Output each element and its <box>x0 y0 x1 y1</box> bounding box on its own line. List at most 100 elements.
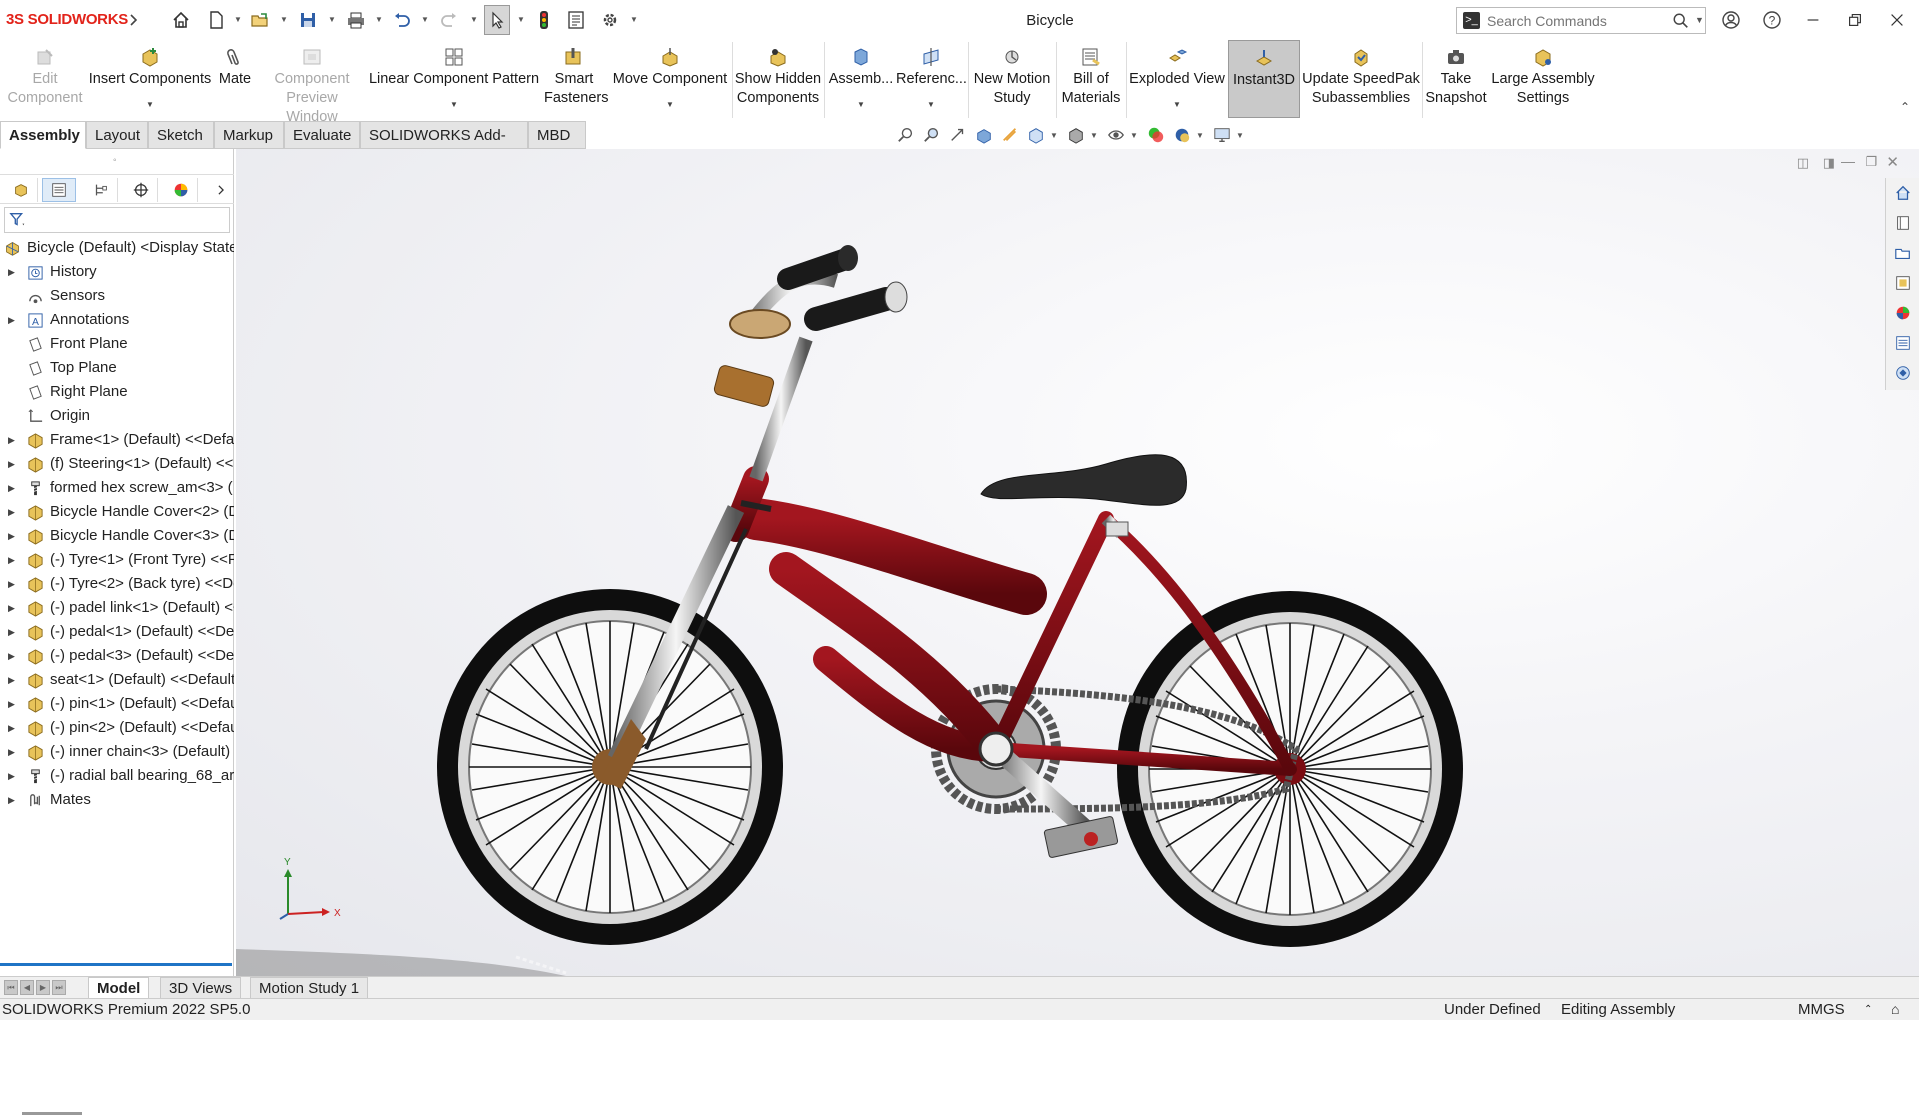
search-icon[interactable] <box>1672 12 1690 30</box>
file-explorer-icon[interactable] <box>1892 242 1914 264</box>
bicycle-model-render[interactable]: Y X <box>236 149 1919 976</box>
expand-arrow-icon[interactable]: ▶ <box>8 500 15 524</box>
tree-item-pedal-1-default-default[interactable]: ▶ (-) pedal<1> (Default) <<Default <box>0 620 234 644</box>
insert-components-button[interactable]: Insert Components ▼ <box>88 40 212 118</box>
tree-item-mates[interactable]: ▶ Mates <box>0 788 234 812</box>
tab-3d-views[interactable]: 3D Views <box>160 977 242 999</box>
tree-item-bicycle-handle-cover-2-default[interactable]: ▶ Bicycle Handle Cover<2> (Default <box>0 500 234 524</box>
exploded-view-dropdown-icon[interactable]: ▼ <box>1173 95 1181 114</box>
bill-of-materials-button[interactable]: Bill of Materials <box>1058 40 1124 118</box>
new-dropdown-icon[interactable]: ▼ <box>234 15 242 24</box>
tree-item-pin-2-default-default[interactable]: ▶ (-) pin<2> (Default) <<Default> <box>0 716 234 740</box>
expand-arrow-icon[interactable]: ▶ <box>8 428 15 452</box>
open-dropdown-icon[interactable]: ▼ <box>280 15 288 24</box>
tree-item-pedal-3-default-default[interactable]: ▶ (-) pedal<3> (Default) <<Default <box>0 644 234 668</box>
tile-right-icon[interactable]: ◨ <box>1823 155 1835 171</box>
tree-item-frame-1-default-default[interactable]: ▶ Frame<1> (Default) <<Default>_ <box>0 428 234 452</box>
tab-markup[interactable]: Markup <box>214 121 284 149</box>
section-view-icon[interactable] <box>973 124 995 146</box>
options-dropdown-icon[interactable]: ▼ <box>630 15 638 24</box>
move-component-button[interactable]: Move Component ▼ <box>608 40 732 118</box>
viewport-minimize-icon[interactable]: — <box>1841 153 1855 169</box>
view-orientation-dropdown-icon[interactable]: ▼ <box>1049 124 1059 146</box>
view-settings-dropdown-icon[interactable]: ▼ <box>1235 124 1245 146</box>
next-tab-nav-icon[interactable]: ▶ <box>36 980 50 995</box>
redo-icon[interactable] <box>437 8 461 32</box>
expand-arrow-icon[interactable]: ▶ <box>8 308 15 332</box>
take-snapshot-button[interactable]: Take Snapshot <box>1424 40 1488 118</box>
bicycle-seat[interactable] <box>980 454 1187 539</box>
expand-arrow-icon[interactable]: ▶ <box>8 692 15 716</box>
print-dropdown-icon[interactable]: ▼ <box>375 15 383 24</box>
smart-fasteners-button[interactable]: Smart Fasteners <box>544 40 608 118</box>
print-icon[interactable] <box>344 8 368 32</box>
expand-arrow-icon[interactable]: ▶ <box>8 476 15 500</box>
tree-item-tyre-1-front-tyre-front[interactable]: ▶ (-) Tyre<1> (Front Tyre) <<Front <box>0 548 234 572</box>
tab-model[interactable]: Model <box>88 977 150 999</box>
prev-tab-nav-icon[interactable]: ◀ <box>20 980 34 995</box>
expand-arrow-icon[interactable]: ▶ <box>8 572 15 596</box>
tree-item-pin-1-default-default[interactable]: ▶ (-) pin<1> (Default) <<Default> <box>0 692 234 716</box>
help-icon[interactable]: ? <box>1760 8 1784 32</box>
appearances-scenes-icon[interactable] <box>1892 302 1914 324</box>
hide-show-dropdown-icon[interactable]: ▼ <box>1129 124 1139 146</box>
home-icon[interactable] <box>169 8 193 32</box>
search-dropdown-icon[interactable]: ▼ <box>1695 15 1704 25</box>
save-dropdown-icon[interactable]: ▼ <box>328 15 336 24</box>
tree-item-formed-hex-screw-am-3[interactable]: ▶ formed hex screw_am<3> ( <box>0 476 234 500</box>
unit-system[interactable]: MMGS <box>1798 999 1845 1020</box>
instant3d-button[interactable]: Instant3D <box>1228 40 1300 118</box>
design-library-icon[interactable] <box>1892 212 1914 234</box>
tab-assembly[interactable]: Assembly <box>0 121 86 149</box>
viewport-close-icon[interactable]: ✕ <box>1886 153 1899 171</box>
mate-button[interactable]: Mate <box>212 40 258 118</box>
tab-motion-study-1[interactable]: Motion Study 1 <box>250 977 369 999</box>
show-hidden-components-button[interactable]: Show Hidden Components <box>734 40 822 118</box>
expand-menu-icon[interactable] <box>126 8 140 32</box>
previous-view-icon[interactable] <box>947 124 969 146</box>
assembly-features-dropdown-icon[interactable]: ▼ <box>857 95 865 114</box>
graphics-area[interactable]: Y X ◫ ◨ — ❐ ✕ <box>236 149 1919 976</box>
tree-item-right-plane[interactable]: Right Plane <box>0 380 234 404</box>
dynamic-annotation-icon[interactable] <box>999 124 1021 146</box>
expand-arrow-icon[interactable]: ▶ <box>8 596 15 620</box>
insert-components-dropdown-icon[interactable]: ▼ <box>146 95 154 114</box>
tile-left-icon[interactable]: ◫ <box>1797 155 1809 171</box>
undo-dropdown-icon[interactable]: ▼ <box>421 15 429 24</box>
undo-icon[interactable] <box>390 8 414 32</box>
display-manager-icon[interactable] <box>164 178 198 202</box>
reference-geometry-dropdown-icon[interactable]: ▼ <box>927 95 935 114</box>
collapse-ribbon-icon[interactable]: ⌃ <box>1900 100 1910 114</box>
tree-item-f-steering-1-default-default[interactable]: ▶ (f) Steering<1> (Default) <<Default <box>0 452 234 476</box>
last-tab-nav-icon[interactable]: ⏭ <box>52 980 66 995</box>
tree-item-inner-chain-3-default[interactable]: ▶ (-) inner chain<3> (Default) << <box>0 740 234 764</box>
tree-item-annotations[interactable]: ▶ A Annotations <box>0 308 234 332</box>
tree-item-top-plane[interactable]: Top Plane <box>0 356 234 380</box>
tab-mbd[interactable]: MBD <box>528 121 586 149</box>
tree-item-radial-ball-bearing-68-ar[interactable]: ▶ (-) radial ball bearing_68_ar <box>0 764 234 788</box>
new-motion-study-button[interactable]: New Motion Study <box>970 40 1054 118</box>
hide-show-items-icon[interactable] <box>1105 124 1127 146</box>
solidworks-forum-icon[interactable] <box>1892 362 1914 384</box>
component-preview-window-button[interactable]: Component Preview Window <box>262 40 362 125</box>
open-folder-icon[interactable] <box>248 8 272 32</box>
configuration-manager-icon[interactable] <box>84 178 118 202</box>
viewport-restore-icon[interactable]: ❐ <box>1865 154 1877 170</box>
custom-properties-icon[interactable] <box>1892 332 1914 354</box>
handlebar-grips[interactable] <box>777 245 908 331</box>
view-orientation-icon[interactable] <box>1025 124 1047 146</box>
edit-appearance-icon[interactable] <box>1145 124 1167 146</box>
assembly-features-button[interactable]: Assemb... ▼ <box>826 40 896 118</box>
tree-item-bicycle-handle-cover-3-default[interactable]: ▶ Bicycle Handle Cover<3> (Default <box>0 524 234 548</box>
new-document-icon[interactable] <box>204 8 228 32</box>
restore-icon[interactable] <box>1843 8 1867 32</box>
expand-arrow-icon[interactable]: ▶ <box>8 764 15 788</box>
update-speedpak-button[interactable]: Update SpeedPak Subassemblies <box>1302 40 1420 118</box>
panel-grip-icon[interactable]: ◦ <box>113 155 117 166</box>
zoom-to-area-icon[interactable] <box>921 124 943 146</box>
tab-solidworks-add-ins[interactable]: SOLIDWORKS Add-Ins <box>360 121 528 171</box>
tree-item-sensors[interactable]: Sensors <box>0 284 234 308</box>
tab-sketch[interactable]: Sketch <box>148 121 214 149</box>
solidworks-resources-home-icon[interactable] <box>1892 182 1914 204</box>
linear-pattern-dropdown-icon[interactable]: ▼ <box>450 95 458 114</box>
